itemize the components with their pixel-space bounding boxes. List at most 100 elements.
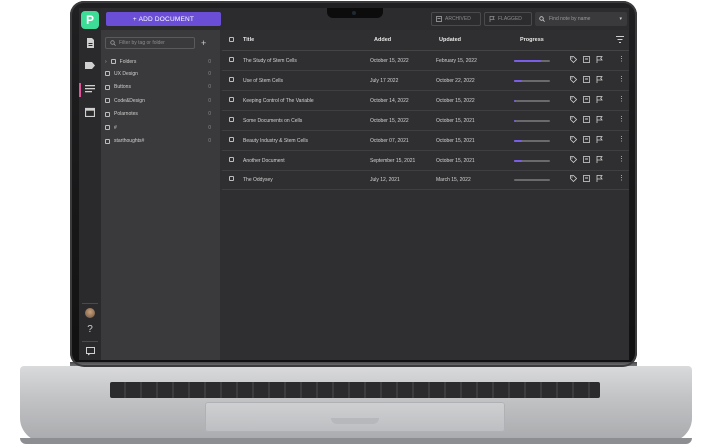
archive-icon[interactable] bbox=[583, 175, 590, 183]
column-title[interactable]: Title bbox=[243, 37, 254, 43]
flag-icon[interactable] bbox=[596, 115, 603, 123]
tag-label: UX Design bbox=[114, 70, 138, 77]
tag-icon[interactable] bbox=[570, 75, 578, 83]
tag-item[interactable]: UX Design 0 bbox=[105, 69, 215, 78]
row-added: July 12, 2021 bbox=[370, 177, 400, 184]
flag-icon[interactable] bbox=[596, 175, 603, 183]
table-row[interactable]: Another Document September 15, 2021 Octobe… bbox=[222, 150, 629, 171]
more-options-icon[interactable]: ⋮ bbox=[618, 96, 625, 103]
row-checkbox[interactable] bbox=[229, 57, 234, 62]
flag-icon[interactable] bbox=[596, 75, 603, 83]
checkbox[interactable] bbox=[105, 138, 110, 144]
tag-icon[interactable] bbox=[570, 135, 578, 143]
add-folder-button[interactable]: + bbox=[201, 37, 206, 49]
progress-bar bbox=[514, 119, 550, 122]
flagged-button[interactable]: FLAGGED bbox=[484, 12, 532, 26]
table-row[interactable]: The Oddysey July 12, 2021 March 15, 2022 ⋮ bbox=[222, 169, 629, 191]
tag-item[interactable]: #0 bbox=[105, 123, 215, 132]
help-icon[interactable]: ? bbox=[85, 325, 95, 335]
checkbox[interactable] bbox=[110, 59, 116, 64]
search-input[interactable]: Find note by name ▾ bbox=[535, 12, 627, 26]
row-title[interactable]: The Study of Stem Cells bbox=[243, 58, 297, 64]
row-checkbox[interactable] bbox=[229, 116, 234, 122]
folder-count: 0 bbox=[208, 58, 211, 65]
table-row[interactable]: Some Documents on Cells October 15, 2022 O… bbox=[222, 110, 629, 131]
more-options-icon[interactable]: ⋮ bbox=[618, 156, 625, 163]
add-document-button[interactable]: + ADD DOCUMENT bbox=[106, 12, 221, 26]
notes-list-icon[interactable] bbox=[85, 85, 95, 95]
archive-icon[interactable] bbox=[583, 75, 590, 83]
sort-filter-icon[interactable] bbox=[616, 36, 624, 45]
checkbox[interactable] bbox=[105, 125, 110, 130]
tag-item[interactable]: Polarnotes 0 bbox=[105, 110, 215, 119]
app-logo[interactable]: P bbox=[81, 11, 99, 29]
archive-icon[interactable] bbox=[583, 155, 590, 163]
archive-icon[interactable] bbox=[583, 95, 590, 103]
chat-icon[interactable] bbox=[85, 347, 95, 357]
row-checkbox[interactable] bbox=[229, 176, 234, 182]
flag-icon[interactable] bbox=[596, 155, 603, 163]
rail-divider bbox=[82, 303, 98, 304]
row-checkbox[interactable] bbox=[229, 96, 234, 102]
tag-icon[interactable] bbox=[570, 56, 578, 64]
table-row[interactable]: The Study of Stem Cells October 15, 2022 F… bbox=[222, 50, 629, 71]
tag-label: starthoughts# bbox=[114, 138, 145, 144]
checkbox[interactable] bbox=[105, 111, 110, 117]
table-row[interactable]: Keeping Control of The Variable October 1… bbox=[222, 90, 629, 111]
filter-input[interactable]: Filter by tag or folder bbox=[105, 37, 195, 49]
archive-icon[interactable] bbox=[583, 115, 590, 123]
row-title[interactable]: Use of Stem Cells bbox=[243, 78, 283, 84]
tag-nav-icon[interactable] bbox=[85, 61, 95, 71]
archive-icon[interactable] bbox=[583, 56, 590, 63]
row-title[interactable]: Some Documents on Cells bbox=[243, 118, 302, 124]
archived-label: ARCHIVED bbox=[445, 16, 471, 22]
documents-icon[interactable] bbox=[85, 38, 95, 48]
tag-item[interactable]: Buttons 0 bbox=[105, 83, 215, 92]
column-updated[interactable]: Updated bbox=[439, 37, 461, 43]
row-checkbox[interactable] bbox=[229, 136, 234, 142]
user-avatar[interactable] bbox=[85, 308, 95, 318]
row-title[interactable]: Another Document bbox=[243, 158, 285, 164]
tag-item[interactable]: Code&Design 0 bbox=[105, 96, 215, 105]
more-options-icon[interactable]: ⋮ bbox=[618, 175, 625, 182]
row-added: October 15, 2022 bbox=[370, 117, 409, 124]
checkbox[interactable] bbox=[105, 84, 110, 90]
archived-button[interactable]: ARCHIVED bbox=[431, 12, 481, 26]
table-row[interactable]: Use of Stem Cells July 17 2022 October 22,… bbox=[222, 70, 629, 91]
tag-icon[interactable] bbox=[570, 95, 578, 103]
folders-root[interactable]: › Folders 0 bbox=[105, 57, 215, 66]
row-title[interactable]: Keeping Control of The Variable bbox=[243, 98, 314, 104]
row-updated: October 15, 2022 bbox=[436, 97, 475, 104]
flag-icon[interactable] bbox=[596, 135, 603, 143]
checkbox[interactable] bbox=[105, 71, 110, 76]
select-all-checkbox[interactable] bbox=[229, 37, 234, 42]
flag-icon[interactable] bbox=[596, 95, 603, 103]
column-progress[interactable]: Progress bbox=[520, 37, 544, 43]
row-checkbox[interactable] bbox=[229, 76, 234, 82]
archive-icon[interactable] bbox=[583, 135, 590, 143]
table-row[interactable]: Beauty Industry & Stem Cells October 07, … bbox=[222, 130, 629, 151]
checkbox[interactable] bbox=[105, 98, 110, 103]
more-options-icon[interactable]: ⋮ bbox=[618, 116, 625, 123]
chevron-right-icon[interactable]: › bbox=[105, 59, 107, 65]
row-added: July 17 2022 bbox=[370, 77, 399, 84]
flag-icon[interactable] bbox=[596, 56, 603, 63]
rail-divider-bottom bbox=[82, 341, 98, 342]
row-title[interactable]: The Oddysey bbox=[243, 177, 273, 183]
tag-item[interactable]: starthoughts# 0 bbox=[105, 137, 215, 146]
tag-icon[interactable] bbox=[570, 115, 578, 123]
icon-rail: P ? bbox=[79, 8, 102, 360]
more-options-icon[interactable]: ⋮ bbox=[618, 76, 625, 83]
row-title[interactable]: Beauty Industry & Stem Cells bbox=[243, 138, 308, 144]
chevron-down-icon[interactable]: ▾ bbox=[619, 16, 622, 22]
more-options-icon[interactable]: ⋮ bbox=[618, 136, 625, 143]
row-checkbox[interactable] bbox=[229, 156, 234, 162]
folders-label: Folders bbox=[119, 58, 137, 65]
more-options-icon[interactable]: ⋮ bbox=[618, 56, 625, 63]
tag-icon[interactable] bbox=[570, 155, 578, 163]
calendar-icon[interactable] bbox=[84, 107, 96, 118]
tag-count: 0 bbox=[208, 97, 211, 104]
column-added[interactable]: Added bbox=[374, 37, 391, 43]
documents-table: Title Added Updated Progress The Study o… bbox=[222, 30, 629, 360]
tag-icon[interactable] bbox=[570, 175, 578, 183]
